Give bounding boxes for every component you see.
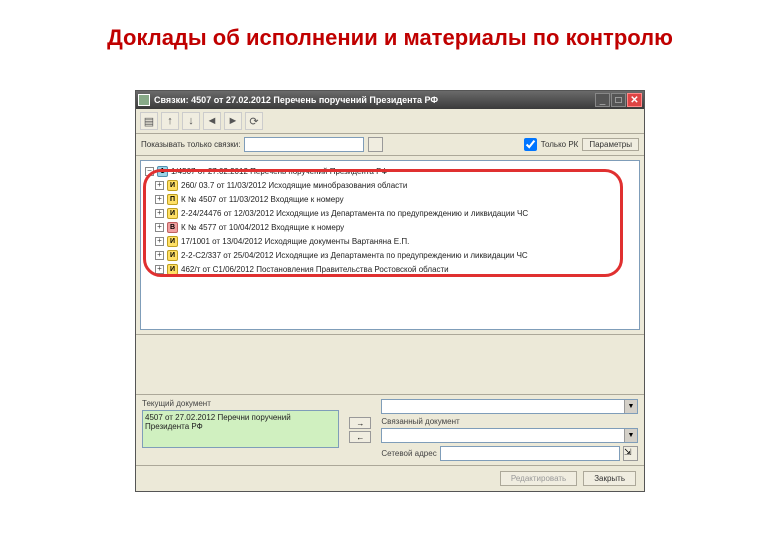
window-title: Связки: 4507 от 27.02.2012 Перечень пору… — [154, 95, 594, 105]
tool-arrow-up-icon[interactable]: ↑ — [161, 112, 179, 130]
tool-refresh-icon[interactable]: ⟳ — [245, 112, 263, 130]
tree-item-label: 260/ 03.7 от 11/03/2012 Исходящие минобр… — [181, 181, 407, 190]
tag-icon: 1 — [157, 166, 168, 177]
tag-icon: В — [167, 222, 178, 233]
tree-item-label: 2-24/24476 от 12/03/2012 Исходящие из Де… — [181, 209, 528, 218]
addr-input[interactable] — [440, 446, 620, 461]
tool-new-icon[interactable]: ▤ — [140, 112, 158, 130]
mid-spacer — [136, 334, 644, 394]
tree-item-label: 462/т от С1/06/2012 Постановления Правит… — [181, 265, 449, 274]
slide-title: Доклады об исполнении и материалы по кон… — [0, 0, 780, 71]
minimize-button[interactable]: _ — [595, 93, 610, 107]
collapse-icon[interactable]: − — [145, 167, 154, 176]
footer: Редактировать Закрыть — [136, 465, 644, 491]
current-doc-box[interactable]: 4507 от 27.02.2012 Перечни поручений Пре… — [142, 410, 339, 448]
tree-row[interactable]: +ПК № 4507 от 11/03/2012 Входящие к номе… — [143, 192, 637, 206]
link-right-button[interactable]: → — [349, 417, 371, 429]
only-rk-label: Только РК — [541, 140, 579, 149]
tree-item-label: К № 4507 от 11/03/2012 Входящие к номеру — [181, 195, 344, 204]
tree-item-label: К № 4577 от 10/04/2012 Входящие к номеру — [181, 223, 344, 232]
expand-icon[interactable]: + — [155, 181, 164, 190]
tag-icon: И — [167, 208, 178, 219]
tag-icon: И — [167, 180, 178, 191]
filter-input[interactable] — [244, 137, 364, 152]
filter-bar: Показывать только связки: Только РК Пара… — [136, 134, 644, 156]
app-icon — [138, 94, 150, 106]
linked-doc-combo[interactable]: ▼ — [381, 428, 638, 443]
only-rk-checkbox[interactable] — [524, 138, 537, 151]
titlebar: Связки: 4507 от 27.02.2012 Перечень пору… — [136, 91, 644, 109]
expand-icon[interactable]: + — [155, 265, 164, 274]
link-type-combo[interactable]: ▼ — [381, 399, 638, 414]
tree-root[interactable]: − 1 1/4507 от 27.02.2012 Перечень поруче… — [143, 164, 637, 178]
addr-label: Сетевой адрес — [381, 449, 436, 458]
expand-icon[interactable]: + — [155, 237, 164, 246]
app-window: Связки: 4507 от 27.02.2012 Перечень пору… — [135, 90, 645, 492]
tree-row[interactable]: +И462/т от С1/06/2012 Постановления Прав… — [143, 262, 637, 276]
expand-icon[interactable]: + — [155, 223, 164, 232]
tool-arrow-down-icon[interactable]: ↓ — [182, 112, 200, 130]
tree-item-label: 17/1001 от 13/04/2012 Исходящие документ… — [181, 237, 409, 246]
tree-row[interactable]: +И2-24/24476 от 12/03/2012 Исходящие из … — [143, 206, 637, 220]
tool-next-icon[interactable]: ► — [224, 112, 242, 130]
expand-icon[interactable]: + — [155, 195, 164, 204]
tree-row[interactable]: +И260/ 03.7 от 11/03/2012 Исходящие мино… — [143, 178, 637, 192]
edit-button[interactable]: Редактировать — [500, 471, 577, 486]
expand-icon[interactable]: + — [155, 251, 164, 260]
tree-item-label: 2-2-С2/337 от 25/04/2012 Исходящие из Де… — [181, 251, 528, 260]
close-dialog-button[interactable]: Закрыть — [583, 471, 636, 486]
toolbar: ▤ ↑ ↓ ◄ ► ⟳ — [136, 109, 644, 134]
addr-browse-button[interactable]: ⇲ — [623, 446, 638, 461]
link-left-button[interactable]: ← — [349, 431, 371, 443]
params-button[interactable]: Параметры — [582, 138, 639, 151]
maximize-button[interactable]: □ — [611, 93, 626, 107]
filter-label: Показывать только связки: — [141, 140, 240, 149]
tree-row[interactable]: +И17/1001 от 13/04/2012 Исходящие докуме… — [143, 234, 637, 248]
close-button[interactable]: ✕ — [627, 93, 642, 107]
bottom-panel: Текущий документ 4507 от 27.02.2012 Пере… — [136, 394, 644, 465]
chevron-down-icon: ▼ — [624, 400, 637, 413]
expand-icon[interactable]: + — [155, 209, 164, 218]
tree-root-label: 1/4507 от 27.02.2012 Перечень поручений … — [171, 167, 387, 176]
tree-panel: − 1 1/4507 от 27.02.2012 Перечень поруче… — [140, 160, 640, 330]
chevron-down-icon: ▼ — [624, 429, 637, 442]
linked-doc-label: Связанный документ — [381, 417, 638, 426]
tag-icon: П — [167, 194, 178, 205]
tool-prev-icon[interactable]: ◄ — [203, 112, 221, 130]
tag-icon: И — [167, 264, 178, 275]
tree-row[interactable]: +ВК № 4577 от 10/04/2012 Входящие к номе… — [143, 220, 637, 234]
current-doc-label: Текущий документ — [142, 399, 339, 408]
tree-row[interactable]: +И2-2-С2/337 от 25/04/2012 Исходящие из … — [143, 248, 637, 262]
tag-icon: И — [167, 250, 178, 261]
tag-icon: И — [167, 236, 178, 247]
filter-lookup-button[interactable] — [368, 137, 383, 152]
